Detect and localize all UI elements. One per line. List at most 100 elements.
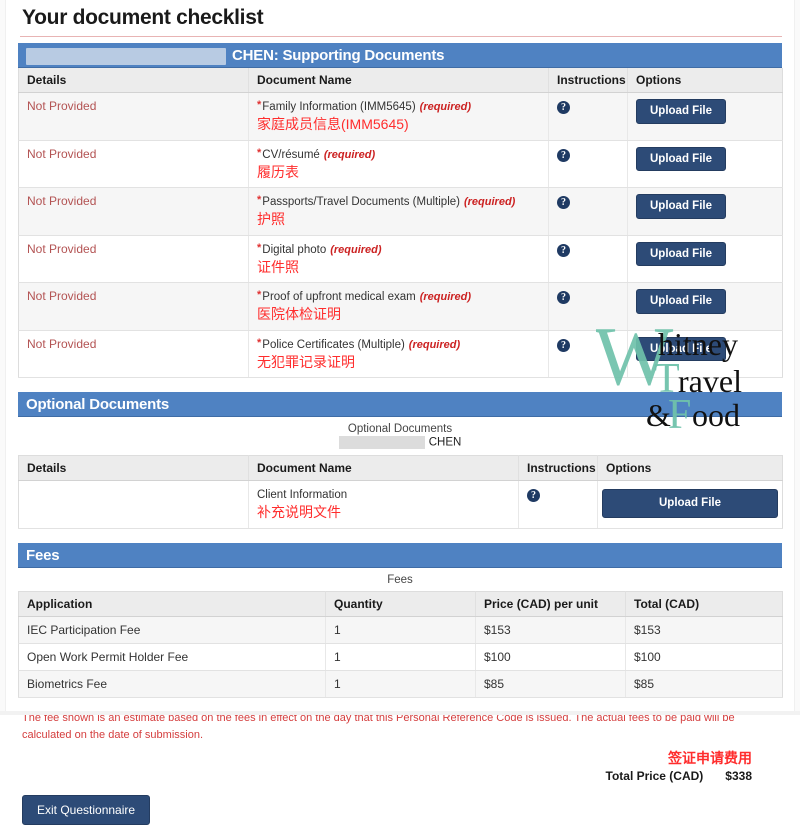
fees-table: Application Quantity Price (CAD) per uni… <box>18 590 783 698</box>
question-mark-icon[interactable]: ? <box>557 338 570 352</box>
total-price-block: 签证申请费用 Total Price (CAD) $338 <box>18 744 782 783</box>
cell-price: $100 <box>475 643 626 671</box>
column-header-options: Options <box>597 455 783 481</box>
cell-instructions: ? <box>548 92 628 141</box>
redacted-applicant-name <box>26 47 226 65</box>
fees-header-label: Fees <box>26 546 60 564</box>
status-badge: Not Provided <box>27 99 97 113</box>
fees-table-body: IEC Participation Fee 1 $153 $153 Open W… <box>18 616 783 698</box>
upload-file-button[interactable]: Upload File <box>636 336 726 362</box>
supporting-documents-table: Details Document Name Instructions Optio… <box>18 68 783 378</box>
upload-file-button[interactable]: Upload File <box>602 489 778 518</box>
column-header-application: Application <box>18 591 326 617</box>
document-name-en: Passports/Travel Documents (Multiple) <box>262 196 460 208</box>
supporting-table-body: Not Provided *Family Information (IMM564… <box>18 92 783 378</box>
required-label: (required) <box>408 338 461 351</box>
fees-table-header-row: Application Quantity Price (CAD) per uni… <box>18 591 783 617</box>
supporting-table-header-row: Details Document Name Instructions Optio… <box>18 68 783 93</box>
column-header-options: Options <box>627 68 783 93</box>
redacted-applicant-given-name <box>338 436 425 449</box>
cell-details: Not Provided <box>18 140 249 188</box>
table-row: IEC Participation Fee 1 $153 $153 <box>18 616 783 644</box>
upload-file-button[interactable]: Upload File <box>636 289 726 314</box>
column-header-quantity: Quantity <box>325 591 476 617</box>
cell-instructions: ? <box>548 235 628 283</box>
question-mark-icon[interactable]: ? <box>527 489 540 502</box>
page-left-edge <box>0 0 6 715</box>
document-checklist-page: Your document checklist CHEN: Supporting… <box>0 0 800 825</box>
upload-file-button[interactable]: Upload File <box>636 241 726 267</box>
table-row: Not Provided *Family Information (IMM564… <box>18 92 783 141</box>
status-badge: Not Provided <box>27 289 97 303</box>
page-title: Your document checklist <box>22 6 264 29</box>
optional-applicant-surname: CHEN <box>428 436 462 449</box>
cell-instructions: ? <box>548 282 628 331</box>
required-asterisk: * <box>257 289 262 301</box>
cell-options: Upload File <box>627 282 783 331</box>
cell-instructions: ? <box>548 330 628 378</box>
optional-documents-applicant: CHEN <box>18 436 782 455</box>
table-row: Biometrics Fee 1 $85 $85 <box>18 670 783 698</box>
upload-file-button[interactable]: Upload File <box>636 194 726 219</box>
required-label: (required) <box>419 291 472 303</box>
fees-header: Fees <box>18 542 782 568</box>
cell-document-name: *Digital photo (required) 证件照 <box>248 235 549 283</box>
table-row: Not Provided *Digital photo (required) 证件… <box>18 235 783 283</box>
required-asterisk: * <box>257 194 262 206</box>
cell-total: $100 <box>625 643 783 671</box>
document-name-cn: 医院体检证明 <box>257 306 341 322</box>
status-badge: Not Provided <box>27 336 97 351</box>
optional-documents-header-label: Optional Documents <box>26 396 170 413</box>
column-header-details: Details <box>18 455 249 481</box>
required-label: (required) <box>330 243 382 256</box>
supporting-documents-header: CHEN: Supporting Documents <box>18 43 782 68</box>
document-name-cn: 履历表 <box>257 163 299 180</box>
required-asterisk: * <box>257 146 262 159</box>
cell-options: Upload File <box>627 235 783 283</box>
cell-options: Upload File <box>627 140 783 188</box>
cell-price: $85 <box>475 670 626 698</box>
optional-table-header-row: Details Document Name Instructions Optio… <box>18 455 783 481</box>
cell-document-name: *CV/résumé (required) 履历表 <box>248 140 549 188</box>
table-row: Not Provided *Passports/Travel Documents… <box>18 187 783 236</box>
column-header-document-name: Document Name <box>248 455 519 481</box>
column-header-instructions: Instructions <box>548 68 628 93</box>
cell-document-name: Client Information 补充说明文件 <box>248 480 519 529</box>
cell-application: Open Work Permit Holder Fee <box>18 643 326 671</box>
status-badge: Not Provided <box>27 146 97 161</box>
question-mark-icon[interactable]: ? <box>557 291 570 304</box>
document-name-en: Proof of upfront medical exam <box>262 291 416 303</box>
fees-footnote: The fee shown is an estimate based on th… <box>22 711 735 741</box>
cell-details: Not Provided <box>18 92 249 141</box>
table-row: Not Provided *CV/résumé (required) 履历表 ? … <box>18 140 783 188</box>
required-label: (required) <box>463 196 516 208</box>
required-asterisk: * <box>257 241 262 254</box>
upload-file-button[interactable]: Upload File <box>636 99 726 124</box>
cell-document-name: *Proof of upfront medical exam (required)… <box>248 282 549 331</box>
cell-total: $85 <box>625 670 783 698</box>
cell-options: Upload File <box>627 187 783 236</box>
table-row: Not Provided *Proof of upfront medical e… <box>18 282 783 331</box>
column-header-instructions: Instructions <box>518 455 598 481</box>
column-header-document-name: Document Name <box>248 68 549 93</box>
cell-quantity: 1 <box>325 643 476 671</box>
document-name-cn: 补充说明文件 <box>257 504 341 520</box>
cell-document-name: *Police Certificates (Multiple) (required… <box>248 330 549 378</box>
optional-documents-header: Optional Documents <box>18 392 782 417</box>
question-mark-icon[interactable]: ? <box>557 101 570 114</box>
cell-instructions: ? <box>548 187 628 236</box>
cell-document-name: *Passports/Travel Documents (Multiple) (r… <box>248 187 549 236</box>
document-name-en: Family Information (IMM5645) <box>262 101 416 113</box>
cell-document-name: *Family Information (IMM5645) (required) … <box>248 92 549 141</box>
question-mark-icon[interactable]: ? <box>557 196 570 209</box>
document-name-en: Police Certificates (Multiple) <box>262 338 405 351</box>
document-name-cn: 护照 <box>257 211 285 227</box>
cell-details: Not Provided <box>18 330 249 378</box>
question-mark-icon[interactable]: ? <box>557 243 570 257</box>
question-mark-icon[interactable]: ? <box>557 148 570 162</box>
upload-file-button[interactable]: Upload File <box>636 146 726 172</box>
cell-instructions: ? <box>548 140 628 188</box>
exit-questionnaire-button[interactable]: Exit Questionnaire <box>22 794 151 825</box>
required-label: (required) <box>419 101 471 113</box>
column-header-details: Details <box>18 68 249 93</box>
